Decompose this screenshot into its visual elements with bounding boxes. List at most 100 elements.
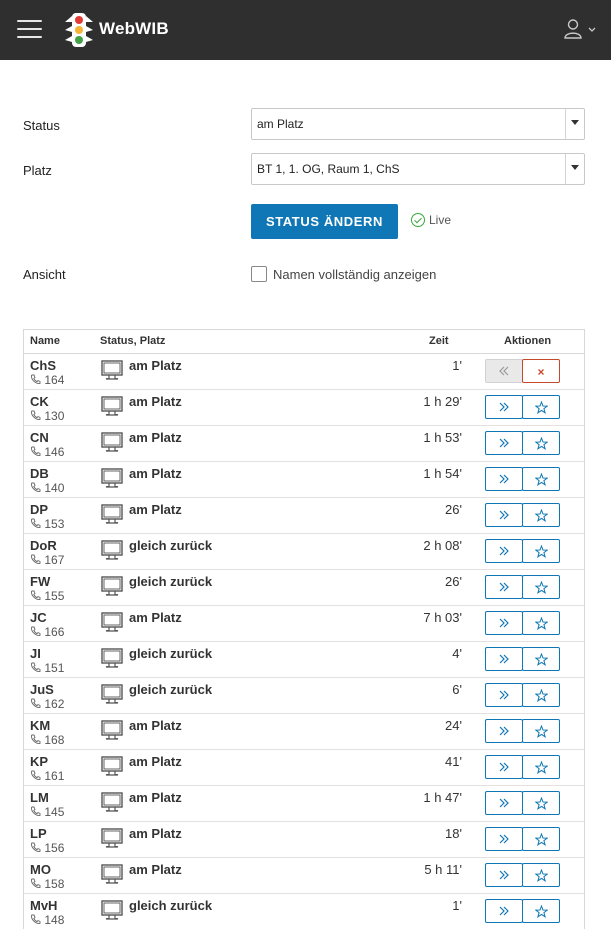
forward-button[interactable]	[485, 791, 523, 815]
double-chevron-right-icon	[499, 906, 509, 916]
extension-number: 145	[44, 805, 65, 819]
favorite-button[interactable]	[522, 647, 560, 671]
row-time: 18'	[445, 826, 462, 841]
row-name: MO	[30, 862, 51, 877]
double-chevron-right-icon	[499, 474, 509, 484]
row-status: gleich zurück	[129, 682, 213, 697]
forward-button[interactable]	[485, 755, 523, 779]
table-row: CN 146 am Platz 1 h 53'	[24, 426, 584, 462]
star-icon	[533, 688, 549, 702]
star-icon	[533, 724, 549, 738]
phone-icon	[31, 554, 41, 564]
hamburger-menu-icon[interactable]	[17, 20, 42, 39]
row-extension: 146	[30, 445, 64, 459]
favorite-button[interactable]	[522, 899, 560, 923]
forward-button[interactable]	[485, 395, 523, 419]
row-status: am Platz	[129, 862, 182, 877]
forward-button[interactable]	[485, 719, 523, 743]
forward-button[interactable]	[485, 431, 523, 455]
forward-button[interactable]	[485, 899, 523, 923]
table-row: MvH 148 gleich zurück 1'	[24, 894, 584, 929]
row-status: gleich zurück	[129, 574, 213, 589]
phone-icon	[31, 518, 41, 528]
favorite-button[interactable]	[522, 827, 560, 851]
forward-button[interactable]	[485, 647, 523, 671]
phone-icon	[31, 734, 41, 744]
close-button[interactable]	[522, 359, 560, 383]
monitor-icon	[101, 540, 123, 560]
phone-icon	[31, 446, 41, 456]
phone-icon	[31, 662, 41, 672]
forward-button[interactable]	[485, 503, 523, 527]
favorite-button[interactable]	[522, 719, 560, 743]
row-status: am Platz	[129, 754, 182, 769]
favorite-button[interactable]	[522, 863, 560, 887]
double-chevron-right-icon	[499, 510, 509, 520]
row-name: ChS	[30, 358, 56, 373]
table-row: MO 158 am Platz 5 h 11'	[24, 858, 584, 894]
favorite-button[interactable]	[522, 395, 560, 419]
place-select[interactable]: BT 1, 1. OG, Raum 1, ChS	[251, 153, 585, 185]
forward-button[interactable]	[485, 827, 523, 851]
double-chevron-right-icon	[499, 762, 509, 772]
forward-button[interactable]	[485, 575, 523, 599]
change-status-button[interactable]: STATUS ÄNDERN	[251, 204, 398, 239]
double-chevron-right-icon	[499, 834, 509, 844]
chevron-down-icon	[588, 27, 596, 32]
user-menu[interactable]	[563, 18, 599, 42]
forward-button[interactable]	[485, 611, 523, 635]
star-icon	[533, 868, 549, 882]
back-button[interactable]	[485, 359, 523, 383]
double-chevron-right-icon	[499, 438, 509, 448]
row-extension: 168	[30, 733, 64, 747]
favorite-button[interactable]	[522, 575, 560, 599]
dropdown-arrow-icon[interactable]	[565, 109, 584, 139]
double-chevron-right-icon	[499, 546, 509, 556]
double-chevron-right-icon	[499, 798, 509, 808]
column-header-status: Status, Platz	[100, 335, 166, 347]
favorite-button[interactable]	[522, 611, 560, 635]
row-time: 2 h 08'	[423, 538, 462, 553]
favorite-button[interactable]	[522, 467, 560, 491]
status-select[interactable]: am Platz	[251, 108, 585, 140]
status-label: Status	[23, 118, 60, 133]
row-status: am Platz	[129, 502, 182, 517]
favorite-button[interactable]	[522, 791, 560, 815]
phone-icon	[31, 482, 41, 492]
favorite-button[interactable]	[522, 503, 560, 527]
fullname-checkbox-label[interactable]: Namen vollständig anzeigen	[273, 267, 436, 282]
fullname-checkbox[interactable]	[251, 266, 267, 282]
close-icon	[538, 368, 544, 375]
row-time: 1 h 29'	[423, 394, 462, 409]
top-bar: WebWIB	[0, 0, 611, 60]
monitor-icon	[101, 900, 123, 920]
row-name: MvH	[30, 898, 58, 913]
table-row: DB 140 am Platz 1 h 54'	[24, 462, 584, 498]
forward-button[interactable]	[485, 467, 523, 491]
phone-icon	[31, 770, 41, 780]
phone-icon	[31, 914, 41, 924]
forward-button[interactable]	[485, 683, 523, 707]
dropdown-arrow-icon[interactable]	[565, 154, 584, 184]
row-time: 1 h 54'	[423, 466, 462, 481]
extension-number: 164	[44, 373, 65, 387]
row-status: am Platz	[129, 610, 182, 625]
favorite-button[interactable]	[522, 683, 560, 707]
table-row: DoR 167 gleich zurück 2 h 08'	[24, 534, 584, 570]
brand-title[interactable]: WebWIB	[99, 19, 169, 39]
forward-button[interactable]	[485, 863, 523, 887]
favorite-button[interactable]	[522, 431, 560, 455]
double-chevron-right-icon	[499, 654, 509, 664]
forward-button[interactable]	[485, 539, 523, 563]
favorite-button[interactable]	[522, 755, 560, 779]
row-status: am Platz	[129, 466, 182, 481]
row-name: DoR	[30, 538, 57, 553]
view-label: Ansicht	[23, 267, 66, 282]
star-icon	[533, 508, 549, 522]
row-name: DB	[30, 466, 49, 481]
extension-number: 130	[44, 409, 65, 423]
monitor-icon	[101, 756, 123, 776]
row-extension: 155	[30, 589, 64, 603]
favorite-button[interactable]	[522, 539, 560, 563]
monitor-icon	[101, 468, 123, 488]
